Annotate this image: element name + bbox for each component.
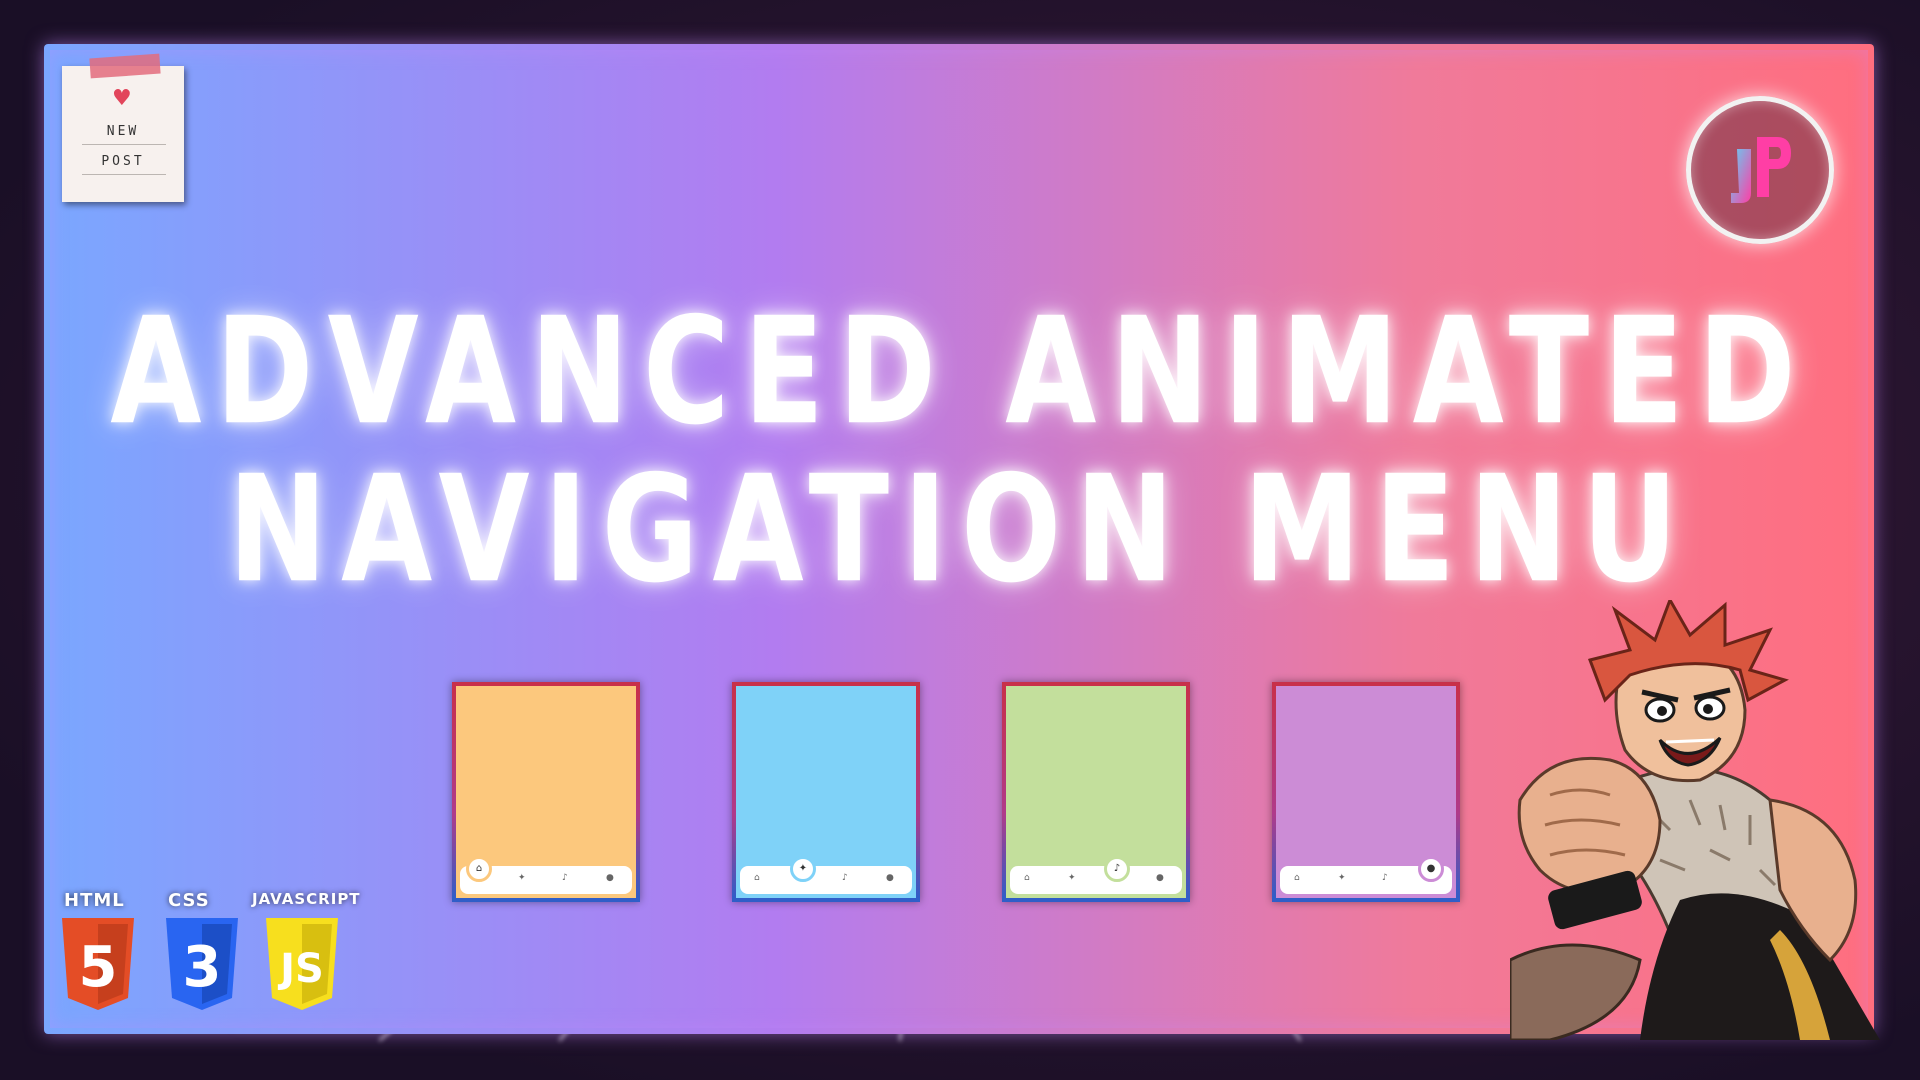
nav-preview-card: ⌂ ♪ ● ✦ [732,682,920,902]
home-icon[interactable]: ⌂ [1294,874,1300,883]
svg-text:3: 3 [183,935,222,1000]
tape [89,53,161,79]
html-shield-icon: 5 [62,918,134,1010]
bottom-nav-bar: ⌂ ♪ ● [740,866,912,894]
css-shield-icon: 3 [166,918,238,1010]
heart-icon: ♥ [112,86,132,111]
tech-label-css: CSS [168,890,210,911]
home-icon[interactable]: ⌂ [1024,874,1030,883]
home-icon[interactable]: ⌂ [466,856,492,882]
home-icon[interactable]: ⌂ [754,874,760,883]
user-icon[interactable]: ● [1156,874,1164,883]
bell-icon[interactable]: ♪ [1382,874,1388,883]
new-post-note: ♥ NEW POST [62,53,184,202]
note-line-1: NEW [106,124,140,139]
user-icon[interactable]: ● [606,874,614,883]
jp-logo [1686,96,1834,244]
title-line-1: ADVANCED ANIMATED [110,284,1810,458]
bell-icon[interactable]: ♪ [1104,856,1130,882]
tech-label-html: HTML [64,890,125,911]
anime-character-illustration [1510,600,1880,1040]
twitter-icon[interactable]: ✦ [1068,874,1076,883]
svg-text:JS: JS [277,946,324,992]
user-icon[interactable]: ● [886,874,894,883]
bell-icon[interactable]: ♪ [562,874,568,883]
title-line-2: NAVIGATION MENU [228,442,1692,616]
nav-preview-card: ✦ ♪ ● ⌂ [452,682,640,902]
nav-preview-card: ⌂ ✦ ● ♪ [1002,682,1190,902]
twitter-icon[interactable]: ✦ [1338,874,1346,883]
svg-text:5: 5 [79,935,118,1000]
javascript-shield-icon: JS [266,918,338,1010]
note-line-2: POST [101,154,145,169]
user-icon[interactable]: ● [1418,856,1444,882]
twitter-icon[interactable]: ✦ [790,856,816,882]
bottom-nav-bar: ⌂ ✦ ● [1010,866,1182,894]
twitter-icon[interactable]: ✦ [518,874,526,883]
thumbnail: ♥ NEW POST ADVANCED ANIMATED NAVIGATION … [0,0,1920,1080]
nav-preview-card: ⌂ ✦ ♪ ● [1272,682,1460,902]
bell-icon[interactable]: ♪ [842,874,848,883]
tech-label-javascript: JAVASCRIPT [252,890,361,908]
